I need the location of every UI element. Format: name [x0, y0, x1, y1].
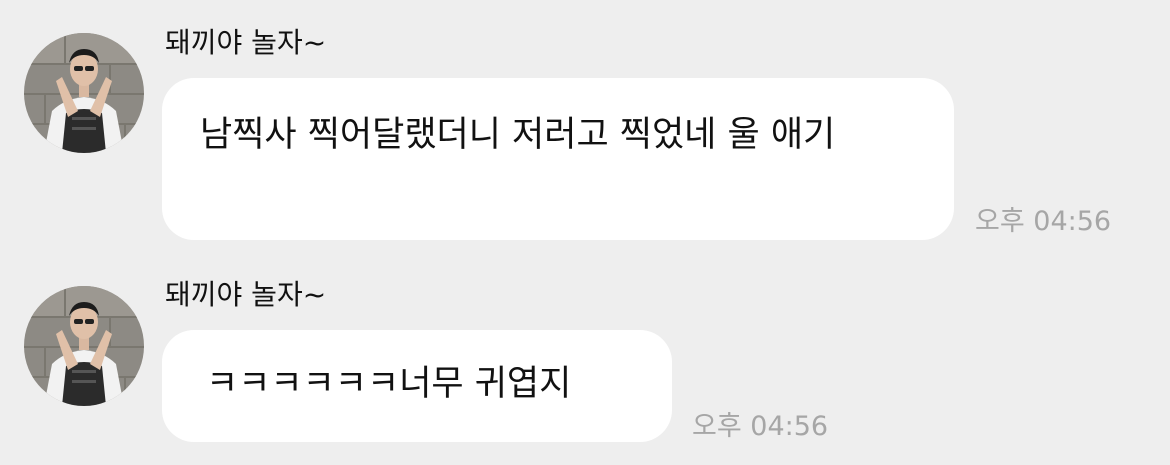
avatar[interactable] — [24, 286, 144, 406]
message-timestamp: 오후 04:56 — [975, 206, 1112, 237]
sender-name: 돼끼야 놀자~ — [165, 26, 327, 59]
sender-name: 돼끼야 놀자~ — [165, 278, 327, 311]
profile-photo — [24, 286, 144, 406]
message-text: ㅋㅋㅋㅋㅋㅋ너무 귀엽지 — [206, 364, 572, 404]
profile-photo — [24, 33, 144, 153]
message-timestamp: 오후 04:56 — [692, 411, 829, 442]
avatar[interactable] — [24, 33, 144, 153]
message-bubble[interactable]: 남찍사 찍어달랬더니 저러고 찍었네 울 애기 — [162, 78, 954, 240]
message-bubble[interactable]: ㅋㅋㅋㅋㅋㅋ너무 귀엽지 — [162, 330, 672, 442]
message-text: 남찍사 찍어달랬더니 저러고 찍었네 울 애기 — [200, 115, 836, 155]
